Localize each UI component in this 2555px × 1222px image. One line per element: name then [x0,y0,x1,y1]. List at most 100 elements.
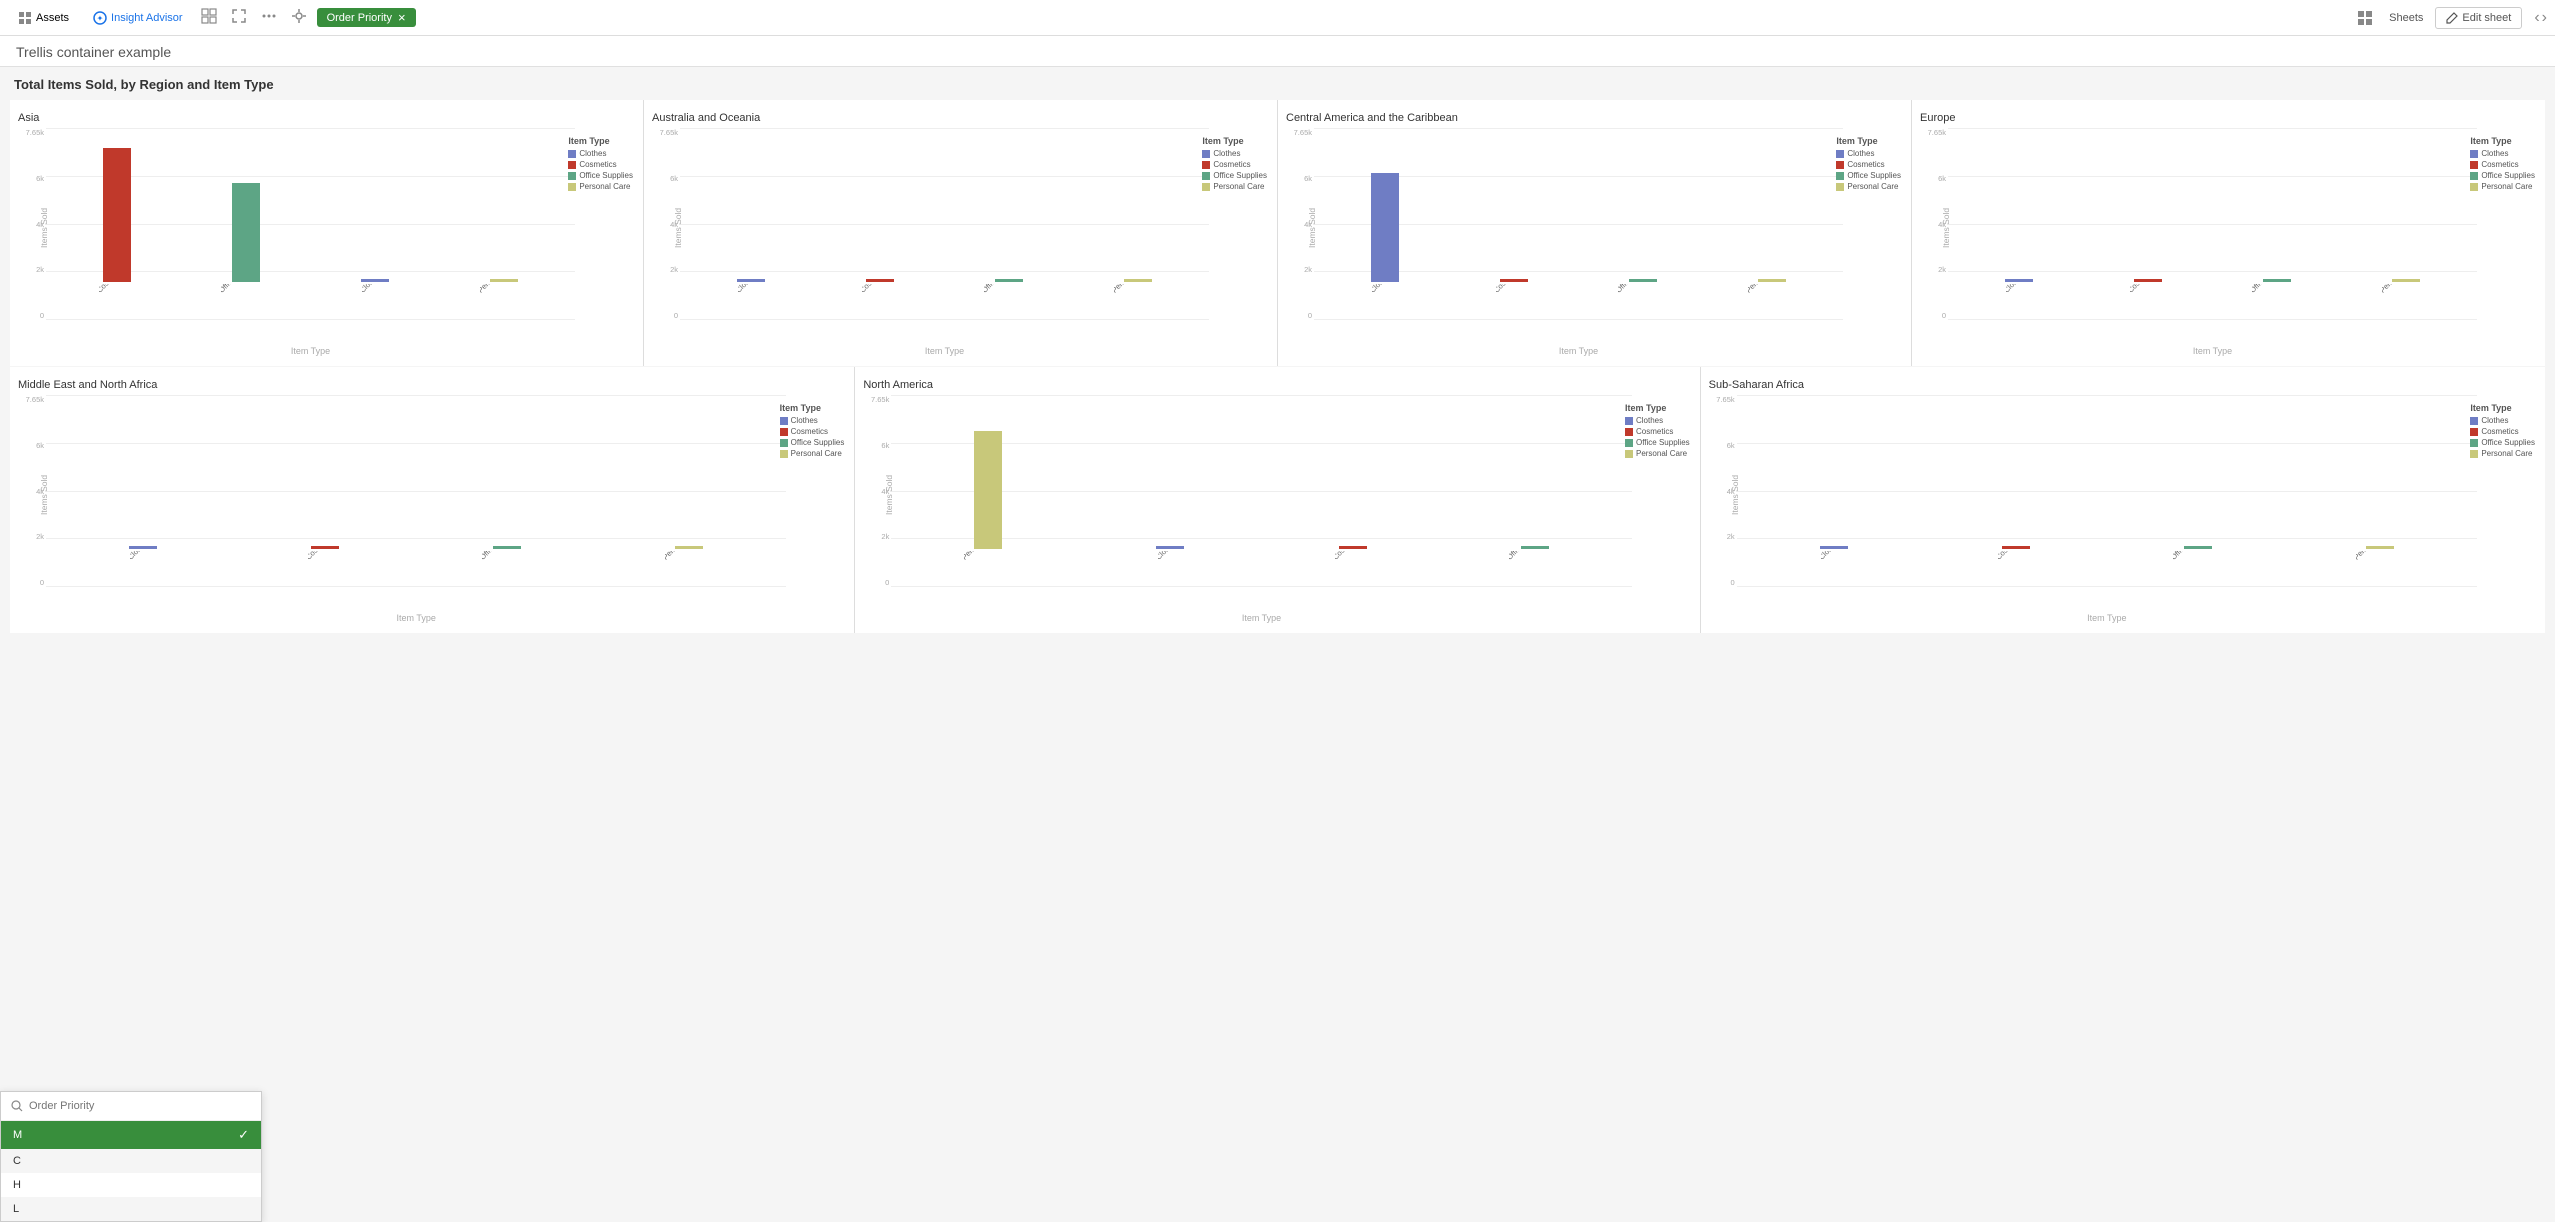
insight-icon: ✦ [93,11,107,25]
y-tick: 7.65k [1716,395,1734,404]
legend-color [568,183,576,191]
legend: Item Type Clothes Cosmetics Office Suppl… [2470,136,2535,193]
y-tick: 2k [36,265,44,274]
toolbar-icon-2[interactable] [227,6,251,29]
legend-label: Cosmetics [2481,160,2518,169]
y-tick: 2k [1727,532,1735,541]
toolbar-icon-1[interactable] [197,6,221,29]
bar [232,183,260,282]
x-axis-label: Item Type [46,346,575,356]
toolbar-icon-4[interactable] [287,6,311,29]
bar-label: Office Supplies [482,551,520,562]
bar-label: Clothes [1821,551,1841,562]
x-axis-label: Item Type [46,613,786,623]
y-tick: 7.65k [26,395,44,404]
assets-button[interactable]: Assets [8,7,79,29]
bar-group: Clothes [311,128,440,320]
bar [1339,546,1367,549]
panel-title: Europe [1920,112,2537,124]
bar-label: Personal Care [1748,284,1784,295]
main-content: Total Items Sold, by Region and Item Typ… [0,67,2555,643]
close-tab-button[interactable]: × [396,11,408,24]
insight-advisor-button[interactable]: ✦ Insight Advisor [85,7,191,29]
bar [129,546,157,549]
legend-item: Personal Care [1202,182,1267,191]
bar [974,431,1002,549]
dropdown-item[interactable]: M ✓ [1,1121,261,1149]
legend-item: Cosmetics [780,427,845,436]
bar [1500,279,1528,282]
legend-label: Clothes [2481,416,2508,425]
legend-label: Cosmetics [1636,427,1673,436]
toolbar-icon-3[interactable] [257,6,281,29]
legend-item: Office Supplies [2470,171,2535,180]
panel-title: Asia [18,112,635,124]
legend-label: Clothes [2481,149,2508,158]
dropdown-search-input[interactable] [29,1100,251,1112]
legend-item: Cosmetics [2470,427,2535,436]
bar-group: Personal Care [2342,128,2471,320]
legend-color [568,150,576,158]
legend-label: Office Supplies [1213,171,1267,180]
bar-group: Personal Care [2289,395,2471,587]
bar-group: Personal Care [440,128,569,320]
next-button[interactable]: › [2542,9,2547,27]
y-axis-title: Items Sold [39,208,49,248]
legend-color [780,439,788,447]
bar-group: Personal Care [1074,128,1203,320]
dropdown-item-label: L [13,1203,19,1215]
legend-item: Personal Care [2470,449,2535,458]
bar-group: Cosmetics [2083,128,2212,320]
bar-label: Personal Care [2356,551,2392,562]
legend-color [1625,450,1633,458]
bar-group: Clothes [52,395,234,587]
legend-item: Office Supplies [2470,438,2535,447]
y-axis-title: Items Sold [39,475,49,515]
prev-button[interactable]: ‹ [2534,9,2539,27]
legend-item: Cosmetics [1625,427,1690,436]
y-tick: 0 [40,311,44,320]
bar [1758,279,1786,282]
expand-icon [231,8,247,24]
nav-chevrons: ‹ › [2534,9,2547,27]
y-axis-title: Items Sold [884,475,894,515]
dropdown-item[interactable]: L [1,1197,261,1221]
edit-sheet-button[interactable]: Edit sheet [2435,7,2522,29]
dropdown-item[interactable]: H [1,1173,261,1197]
bar-label: Office Supplies [2173,551,2211,562]
y-tick: 7.65k [871,395,889,404]
dropdown-item[interactable]: C [1,1149,261,1173]
bar-group: Cosmetics [1449,128,1578,320]
chart-panel: Australia and Oceania 7.65k6k4k2k0 [644,100,1277,366]
order-priority-dropdown: M ✓ C H L [0,1091,262,1222]
y-tick: 7.65k [1294,128,1312,137]
bar [1521,546,1549,549]
panel-title: North America [863,379,1691,391]
order-priority-tab[interactable]: Order Priority × [317,8,416,27]
sheets-icon-button[interactable] [2353,8,2377,28]
legend-item: Clothes [1836,149,1901,158]
bar [311,546,339,549]
bar-group: Clothes [1743,395,1925,587]
legend: Item Type Clothes Cosmetics Office Suppl… [780,403,845,460]
bar-label: Personal Care [665,551,701,562]
y-tick: 6k [1727,441,1735,450]
chart-panel: Europe 7.65k6k4k2k0 Cl [1912,100,2545,366]
bar [2002,546,2030,549]
legend-item: Clothes [2470,149,2535,158]
bar-group: Cosmetics [234,395,416,587]
legend-label: Clothes [791,416,818,425]
legend-color [1625,428,1633,436]
legend-label: Personal Care [1847,182,1898,191]
bar-group: Office Supplies [2213,128,2342,320]
y-tick: 6k [1304,174,1312,183]
y-axis-title: Items Sold [1941,208,1951,248]
bar [2392,279,2420,282]
bar [493,546,521,549]
legend-color [2470,450,2478,458]
y-tick: 0 [674,311,678,320]
search-icon [11,1100,23,1112]
sheets-button[interactable]: Sheets [2389,12,2423,24]
y-tick: 0 [40,578,44,587]
y-tick: 2k [881,532,889,541]
